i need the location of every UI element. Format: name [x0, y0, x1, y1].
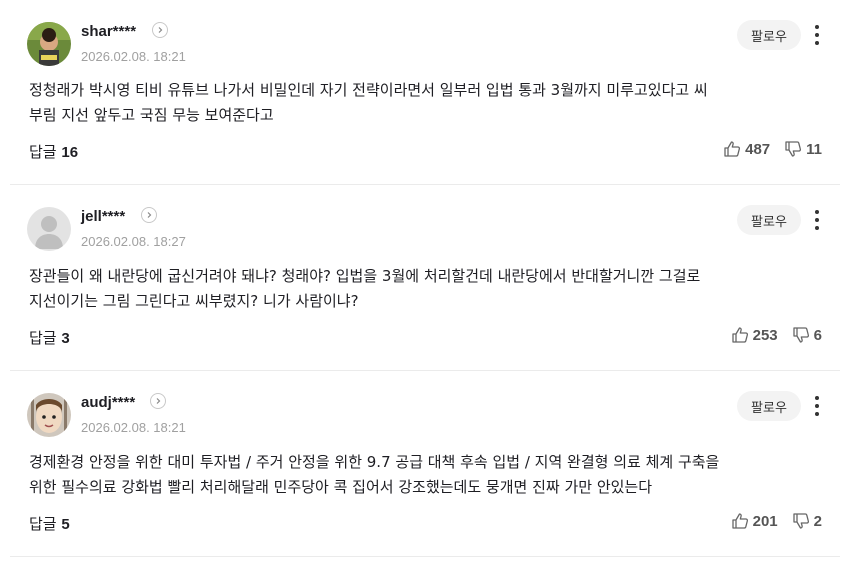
timestamp: 2026.02.08. 18:21	[81, 49, 186, 64]
reply-button[interactable]: 답글 5	[29, 513, 70, 534]
thumbs-down-icon	[785, 141, 802, 157]
thumbs-up-icon	[724, 141, 741, 157]
chevron-right-icon[interactable]	[141, 207, 157, 223]
more-vertical-icon[interactable]	[809, 394, 825, 418]
username[interactable]: shar****	[81, 23, 136, 40]
avatar[interactable]	[27, 393, 71, 437]
comment-text-line: 부림 지선 앞두고 국짐 무능 보여준다고	[29, 106, 274, 124]
timestamp: 2026.02.08. 18:27	[81, 234, 186, 249]
reply-label: 답글	[29, 329, 57, 347]
comment-text-line: 위한 필수의료 강화법 빨리 처리해달래 민주당아 콕 집어서 강조했는데도 뭉…	[29, 478, 653, 496]
comment-item: audj**** 2026.02.08. 18:21 팔로우 경제환경 안정을 …	[10, 371, 840, 557]
username[interactable]: audj****	[81, 394, 135, 411]
comment-item: shar**** 2026.02.08. 18:21 팔로우 정청래가 박시영 …	[10, 0, 840, 185]
dislike-count: 6	[813, 326, 822, 344]
thumbs-up-icon	[731, 513, 748, 529]
more-vertical-icon[interactable]	[809, 23, 825, 47]
follow-button[interactable]: 팔로우	[737, 391, 801, 421]
comment-text-line: 지선이기는 그림 그린다고 씨부렸지? 니가 사람이냐?	[29, 292, 359, 310]
reply-label: 답글	[29, 143, 57, 161]
reply-count: 3	[61, 330, 70, 347]
comment-text-line: 장관들이 왜 내란당에 굽신거려야 돼냐? 청래야? 입법을 3월에 처리할건데…	[29, 267, 701, 285]
more-vertical-icon[interactable]	[809, 208, 825, 232]
reactions: 201 2	[731, 512, 822, 530]
thumbs-down-icon	[793, 513, 809, 529]
chevron-right-icon[interactable]	[152, 22, 168, 38]
thumbs-up-icon	[731, 327, 748, 343]
like-count: 487	[745, 140, 771, 158]
comment-text-line: 정청래가 박시영 티비 유튜브 나가서 비밀인데 자기 전략이라면서 일부러 입…	[29, 81, 708, 99]
reactions: 253 6	[731, 326, 822, 344]
reply-label: 답글	[29, 515, 57, 533]
dislike-button[interactable]: 11	[784, 140, 822, 158]
comment-item: jell**** 2026.02.08. 18:27 팔로우 장관들이 왜 내란…	[10, 185, 840, 371]
comment-text: 정청래가 박시영 티비 유튜브 나가서 비밀인데 자기 전략이라면서 일부러 입…	[29, 78, 809, 128]
timestamp: 2026.02.08. 18:21	[81, 420, 186, 435]
dislike-button[interactable]: 2	[792, 512, 822, 530]
avatar[interactable]	[27, 207, 71, 251]
username[interactable]: jell****	[81, 208, 125, 225]
like-button[interactable]: 487	[723, 140, 770, 158]
reply-button[interactable]: 답글 3	[29, 327, 70, 348]
dislike-count: 2	[813, 512, 822, 530]
reactions: 487 11	[723, 140, 822, 158]
chevron-right-icon[interactable]	[150, 393, 166, 409]
reply-count: 5	[61, 516, 70, 533]
dislike-count: 11	[806, 140, 822, 158]
like-count: 253	[752, 326, 778, 344]
comment-text: 경제환경 안정을 위한 대미 투자법 / 주거 안정을 위한 9.7 공급 대책…	[29, 450, 809, 500]
dislike-button[interactable]: 6	[792, 326, 822, 344]
reply-count: 16	[61, 144, 79, 161]
avatar[interactable]	[27, 22, 71, 66]
follow-button[interactable]: 팔로우	[737, 205, 801, 235]
like-button[interactable]: 253	[731, 326, 778, 344]
like-button[interactable]: 201	[731, 512, 778, 530]
like-count: 201	[752, 512, 778, 530]
thumbs-down-icon	[793, 327, 809, 343]
reply-button[interactable]: 답글 16	[29, 141, 78, 162]
comment-text: 장관들이 왜 내란당에 굽신거려야 돼냐? 청래야? 입법을 3월에 처리할건데…	[29, 264, 809, 314]
comment-text-line: 경제환경 안정을 위한 대미 투자법 / 주거 안정을 위한 9.7 공급 대책…	[29, 453, 720, 471]
follow-button[interactable]: 팔로우	[737, 20, 801, 50]
